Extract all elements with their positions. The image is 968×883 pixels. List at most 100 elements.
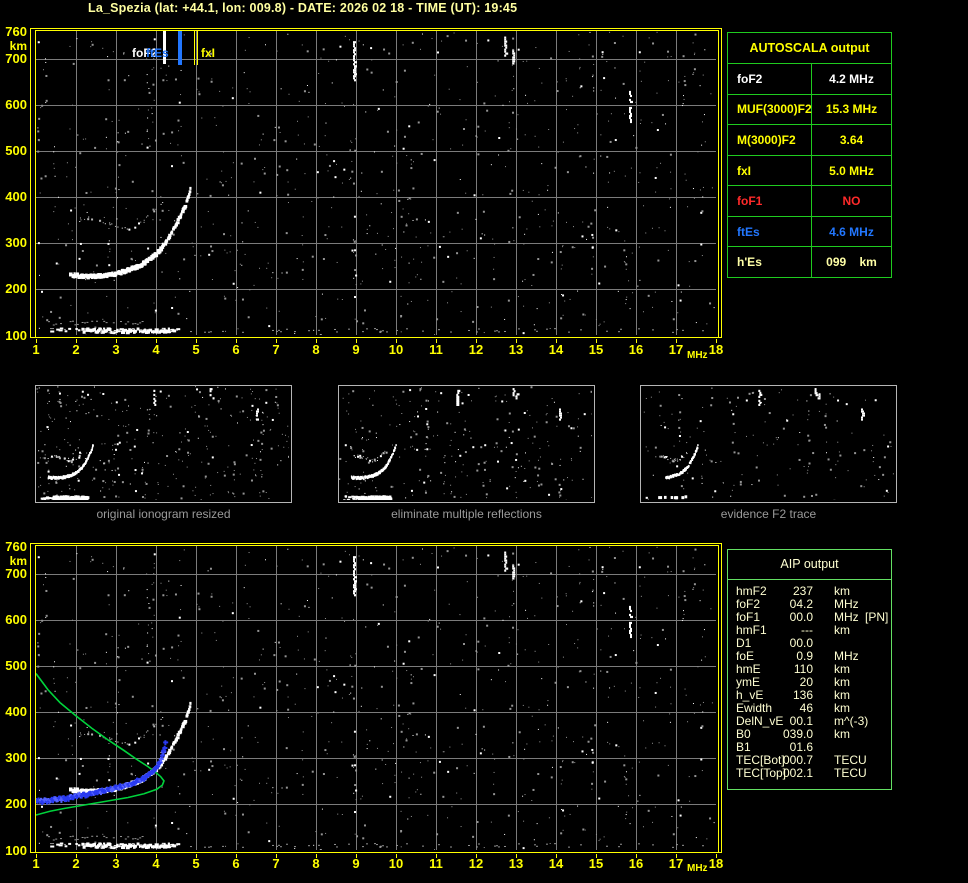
y-axis-label: 500 (5, 658, 27, 674)
top-ionogram-canvas (36, 31, 716, 335)
x-axis-label: 1 (32, 342, 40, 357)
x-axis-label: 2 (72, 856, 80, 871)
y-axis-label: 100 (5, 327, 27, 343)
y-axis-label: 300 (5, 235, 27, 251)
autoscala-table-header: AUTOSCALA output (728, 33, 891, 64)
x-axis-tick (236, 339, 237, 343)
x-axis-label: 12 (468, 342, 484, 357)
y-axis-label: 400 (5, 704, 27, 720)
y-axis-label: 400 (5, 189, 27, 205)
x-axis-label: 4 (152, 856, 160, 871)
y-axis-label: 100 (5, 842, 27, 858)
row-unit: km (834, 727, 850, 741)
x-axis-label: 3 (112, 856, 120, 871)
x-axis-tick (316, 854, 317, 858)
fxI-marker-line-2 (197, 31, 198, 65)
x-axis-tick (116, 854, 117, 858)
x-axis-tick (716, 339, 717, 343)
row-label: h'Es (728, 247, 812, 278)
autoscala-row-fxI: fxI 5.0 MHz (728, 154, 891, 186)
x-axis-tick (156, 339, 157, 343)
y-axis-unit-label: km (9, 39, 27, 53)
x-axis-label: 7 (272, 342, 280, 357)
x-axis-tick (236, 854, 237, 858)
x-axis-label: 13 (508, 856, 524, 871)
row-value: 4.6 MHz (829, 224, 874, 239)
x-axis-tick (156, 854, 157, 858)
row-value: 3.64 (839, 132, 864, 147)
thumbnail-original-ionogram (35, 385, 292, 503)
y-axis-label: 760 (5, 23, 27, 39)
row-label: M(3000)F2 (728, 125, 812, 155)
x-axis-label: 9 (352, 342, 360, 357)
aip-row-TEC[Top]: TEC[Top] 002.1 TECU (728, 767, 891, 780)
x-axis-label: 6 (232, 342, 240, 357)
bottom-ionogram-plot-area (35, 545, 719, 853)
fxI-marker-label: fxI (201, 46, 216, 60)
autoscala-table-rows: foF2 4.2 MHz MUF(3000)F2 15.3 MHz M(3000)F2 3… (728, 64, 891, 278)
autoscala-screen: La_Spezia (lat: +44.1, lon: 009.8) - DAT… (0, 0, 968, 883)
row-value: 15.3 MHz (825, 102, 878, 117)
ftEs-marker-line (178, 31, 182, 65)
row-value: 5.0 MHz (829, 163, 874, 178)
x-axis-unit-label: MHz (687, 863, 708, 874)
thumbnail-evidence-f2 (640, 385, 897, 503)
x-axis-label: 18 (708, 856, 724, 871)
x-axis-tick (276, 339, 277, 343)
x-axis-label: 17 (668, 342, 684, 357)
x-axis-label: 16 (628, 342, 644, 357)
x-axis-label: 15 (588, 856, 604, 871)
y-axis-label: 760 (5, 538, 27, 554)
x-axis-tick (516, 339, 517, 343)
x-axis-tick (76, 339, 77, 343)
x-axis-label: 14 (548, 856, 564, 871)
y-axis-label: 200 (5, 281, 27, 297)
x-axis-tick (396, 854, 397, 858)
bottom-ionogram-canvas (36, 546, 716, 850)
aip-output-table: AIP output hmF2 237 km foF2 04.2 MHz foF1 00.0 M… (727, 549, 892, 790)
x-axis-label: 8 (312, 342, 320, 357)
row-label: ftEs (728, 216, 812, 247)
x-axis-tick (676, 854, 677, 858)
y-axis-label: 200 (5, 796, 27, 812)
x-axis-tick (476, 339, 477, 343)
x-axis-label: 3 (112, 342, 120, 357)
row-val: 002.1 (782, 766, 813, 780)
y-axis-label: 600 (5, 97, 27, 113)
x-axis-tick (196, 854, 197, 858)
x-axis-label: 11 (429, 342, 443, 357)
y-axis-label: 300 (5, 750, 27, 766)
x-axis-label: 16 (628, 856, 644, 871)
x-axis-tick (196, 339, 197, 343)
x-axis-tick (436, 854, 437, 858)
row-label: foF1 (728, 186, 812, 216)
x-axis-tick (36, 339, 37, 343)
x-axis-tick (36, 854, 37, 858)
thumbnail-eliminate-reflections (338, 385, 595, 503)
x-axis-tick (596, 339, 597, 343)
x-axis-tick (636, 854, 637, 858)
x-axis-tick (316, 339, 317, 343)
x-axis-label: 4 (152, 342, 160, 357)
y-axis-unit-label: km (9, 554, 27, 568)
x-axis-label: 14 (548, 342, 564, 357)
autoscala-output-table: AUTOSCALA output foF2 4.2 MHz MUF(3000)F2 1… (727, 32, 892, 278)
x-axis-tick (436, 339, 437, 343)
top-ionogram-plot-area: foF2 ftEs fxI (35, 30, 719, 338)
x-axis-label: 5 (192, 342, 200, 357)
x-axis-label: 1 (32, 856, 40, 871)
x-axis-label: 2 (72, 342, 80, 357)
thumbnail-caption-2: eliminate multiple reflections (391, 507, 542, 521)
x-axis-label: 7 (272, 856, 280, 871)
row-unit: TECU (834, 766, 867, 780)
y-axis-label: 600 (5, 612, 27, 628)
ftEs-marker-label: ftEs (146, 46, 169, 60)
y-axis-label: 500 (5, 143, 27, 159)
aip-table-header: AIP output (728, 550, 891, 580)
y-axis-label: 700 (5, 51, 27, 67)
autoscala-row-h'Es: h'Es 099 km (728, 246, 891, 278)
x-axis-label: 10 (388, 856, 404, 871)
x-axis-label: 11 (429, 856, 443, 871)
x-axis-label: 18 (708, 342, 724, 357)
row-extra: [PN] (865, 610, 889, 624)
